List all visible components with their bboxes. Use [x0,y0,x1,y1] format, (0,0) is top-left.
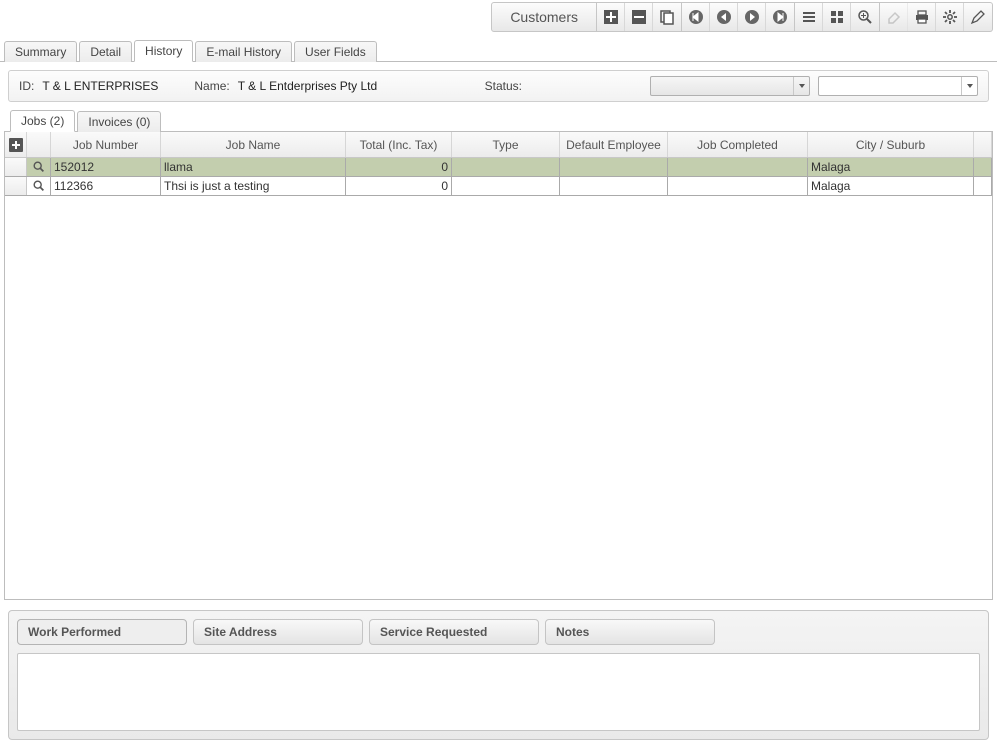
filter-select[interactable] [818,76,978,96]
tab-e-mail-history[interactable]: E-mail History [195,41,292,62]
row-search-icon[interactable] [27,177,51,195]
cell-spacer [974,177,992,195]
column-total[interactable]: Total (Inc. Tax) [346,132,452,157]
erase-icon [880,3,908,31]
cell-default-employee [560,177,668,195]
grid-view-icon[interactable] [823,3,851,31]
cell-city-suburb: Malaga [808,177,974,195]
copy-icon[interactable] [653,3,681,31]
tab-summary[interactable]: Summary [4,41,77,62]
next-icon[interactable] [738,3,766,31]
cell-city-suburb: Malaga [808,158,974,176]
prev-icon[interactable] [710,3,738,31]
detail-tab-site-address[interactable]: Site Address [193,619,363,645]
cell-job-name: Thsi is just a testing [161,177,346,195]
detail-panel: Work PerformedSite AddressService Reques… [8,610,989,740]
grid-header: Job Number Job Name Total (Inc. Tax) Typ… [5,132,992,158]
subtab-jobs-2[interactable]: Jobs (2) [10,110,75,132]
column-spacer [974,132,992,157]
cell-job-completed [668,158,808,176]
detail-content[interactable] [17,653,980,731]
subtab-invoices-0[interactable]: Invoices (0) [77,111,161,132]
chevron-down-icon [793,77,809,95]
column-search [27,132,51,157]
jobs-grid: Job Number Job Name Total (Inc. Tax) Typ… [4,132,993,600]
row-search-icon[interactable] [27,158,51,176]
cell-job-number: 112366 [51,177,161,195]
cell-job-number: 152012 [51,158,161,176]
main-tabs: SummaryDetailHistoryE-mail HistoryUser F… [0,32,997,62]
name-value: T & L Entderprises Pty Ltd [238,79,377,93]
cell-default-employee [560,158,668,176]
tab-history[interactable]: History [134,40,193,62]
cell-total: 0 [346,158,452,176]
detail-tab-service-requested[interactable]: Service Requested [369,619,539,645]
tab-detail[interactable]: Detail [79,41,132,62]
print-icon[interactable] [908,3,936,31]
row-header [5,177,27,195]
toolbar: Customers [0,0,997,32]
name-label: Name: [194,79,229,93]
row-header [5,158,27,176]
detail-tab-notes[interactable]: Notes [545,619,715,645]
detail-tab-work-performed[interactable]: Work Performed [17,619,187,645]
zoom-icon[interactable] [851,3,879,31]
sub-tabs: Jobs (2)Invoices (0) [4,108,993,132]
column-type[interactable]: Type [452,132,560,157]
last-icon[interactable] [766,3,794,31]
chevron-down-icon [961,77,977,95]
id-value: T & L ENTERPRISES [42,79,158,93]
column-default-employee[interactable]: Default Employee [560,132,668,157]
detail-tabs: Work PerformedSite AddressService Reques… [17,619,980,645]
remove-icon[interactable] [625,3,653,31]
cell-type [452,177,560,195]
id-label: ID: [19,79,34,93]
add-icon[interactable] [597,3,625,31]
status-select[interactable] [650,76,810,96]
cell-job-completed [668,177,808,195]
cell-total: 0 [346,177,452,195]
column-city-suburb[interactable]: City / Suburb [808,132,974,157]
table-row[interactable]: 152012llama0 Malaga [5,158,992,177]
tab-user-fields[interactable]: User Fields [294,41,377,62]
first-icon[interactable] [682,3,710,31]
info-bar: ID: T & L ENTERPRISES Name: T & L Entder… [8,70,989,102]
list-view-icon[interactable] [795,3,823,31]
status-label: Status: [485,79,522,93]
cell-type [452,158,560,176]
cell-job-name: llama [161,158,346,176]
table-row[interactable]: 112366Thsi is just a testing0 Malaga [5,177,992,196]
add-row-button[interactable] [9,138,23,152]
gear-icon[interactable] [936,3,964,31]
cell-spacer [974,158,992,176]
toolbar-title: Customers [491,2,597,32]
column-job-number[interactable]: Job Number [51,132,161,157]
column-job-name[interactable]: Job Name [161,132,346,157]
edit-icon[interactable] [964,3,992,31]
column-job-completed[interactable]: Job Completed [668,132,808,157]
